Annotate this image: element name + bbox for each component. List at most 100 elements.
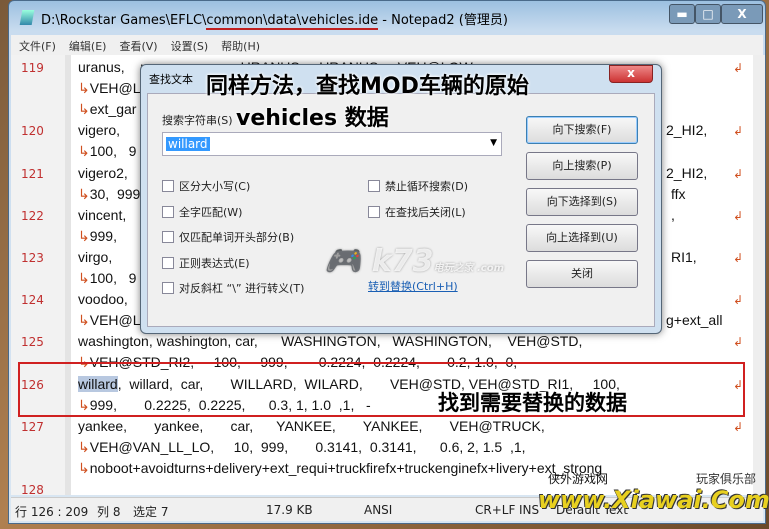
maximize-button[interactable]: □ [695,4,721,24]
line-text: VEH@VAN_LL_LO, 10, 999, 0.3141, 0.3141, … [89,438,526,455]
line-text-right: g+ext_all [666,312,723,329]
line-number: 125 [21,335,44,350]
annotation-top-line2: vehicles 数据 [236,106,389,131]
checkbox-icon[interactable] [368,180,380,192]
dropdown-arrow-icon[interactable]: ▼ [490,138,497,148]
dialog-button[interactable]: 向下搜索(F) [526,116,638,144]
find-dialog: 查找文本 x 搜索字符串(S) willard ▼ 向下搜索(F) 向上搜索(P)… [140,64,662,334]
dialog-close-button[interactable]: x [609,65,653,83]
line-end-marker-icon: ↲ [733,335,744,350]
dialog-title: 查找文本 [149,73,193,86]
code-line: vincent, [78,207,126,223]
checkbox-icon[interactable] [368,205,380,218]
code-line: virgo, [78,249,112,265]
wrap-indicator-icon: ↳ [78,101,90,118]
line-text-right: 2_HI2, [666,122,708,139]
line-text: vincent, [78,206,127,223]
menu-item[interactable]: 查看(V) [119,38,157,54]
checkbox-icon[interactable] [162,205,174,218]
search-input[interactable]: willard ▼ [162,132,502,156]
dialog-button[interactable]: 关闭 [526,260,638,288]
option-checkbox[interactable]: 区分大小写(C) [162,178,250,194]
status-position: 行 126 : 209 [15,505,89,519]
menu-item[interactable]: 帮助(H) [221,38,260,54]
code-line: vigero2, [78,165,128,181]
menu-item[interactable]: 编辑(E) [69,38,107,54]
xiawai-logo: www.Xiawai.Com [538,486,769,514]
status-size: 17.9 KB [266,503,313,517]
goto-replace-link[interactable]: 转到替换(Ctrl+H) [368,278,458,294]
wrap-indicator-icon: ↳ [78,185,90,202]
code-line: ↳ext_gar [78,101,136,118]
code-line: ↳100, 9 [78,143,136,160]
line-text-right: ffx [671,185,686,202]
line-text: ext_gar [89,101,137,118]
code-line: washington, washington, car, WASHINGTON,… [78,333,582,349]
status-column: 列 8 [97,505,121,519]
line-number: 123 [21,250,44,265]
xiawai-cn-watermark: 侠外游戏网 [548,472,609,486]
option-checkbox[interactable]: 禁止循环搜索(D) [368,178,468,194]
line-text: 30, 999 [89,185,141,202]
line-text: 999, [89,227,117,244]
line-text: vigero2, [78,164,128,181]
status-encoding: ANSI [364,503,393,517]
notepad2-app-icon [19,10,35,25]
wrap-indicator-icon: ↳ [78,143,90,160]
line-number: 124 [21,293,44,308]
close-button[interactable]: X [721,4,763,24]
menu-bar: 文件(F) 编辑(E) 查看(V) 设置(S) 帮助(H) [11,35,763,55]
line-text: yankee, yankee, car, YANKEE, YANKEE, VEH… [78,417,545,434]
line-end-marker-icon: ↲ [733,250,744,265]
window-title: D:\Rockstar Games\EFLC\common\data\vehic… [41,13,508,30]
option-checkbox[interactable]: 对反斜杠 “\” 进行转义(T) [162,280,304,296]
menu-item[interactable]: 文件(F) [19,38,56,54]
annotation-bottom: 找到需要替换的数据 [438,391,627,415]
code-line: ↳30, 999 [78,186,140,203]
option-checkbox[interactable]: 正则表达式(E) [162,255,250,271]
vertical-scrollbar[interactable] [753,55,765,495]
status-ins: INS [519,503,540,517]
checkbox-icon[interactable] [162,180,174,192]
title-path-highlight: common\data\vehicles.ide [206,13,379,30]
dialog-button[interactable]: 向下选择到(S) [526,188,638,216]
line-number: 128 [21,483,44,497]
code-line: voodoo, [78,291,128,307]
line-text: voodoo, [78,291,128,308]
line-end-marker-icon: ↲ [733,166,744,181]
status-eol: CR+LF [475,503,516,517]
line-text: 100, 9 [89,143,137,160]
checkbox-icon[interactable] [162,231,174,243]
dialog-button[interactable]: 向上选择到(U) [526,224,638,252]
dialog-button[interactable]: 向上搜索(P) [526,152,638,180]
option-checkbox[interactable]: 在查找后关闭(L) [368,204,466,220]
checkbox-icon[interactable] [162,282,174,294]
line-end-marker-icon: ↲ [733,124,744,139]
line-end-marker-icon: ↲ [733,61,744,75]
k73-watermark: 🎮 k73电玩之家 .com [324,244,504,279]
line-number: 121 [21,166,44,181]
wrap-indicator-icon: ↳ [78,270,90,286]
wrap-indicator-icon: ↳ [78,438,90,455]
code-line: ↳999, [78,228,117,245]
checkbox-icon[interactable] [162,256,174,269]
line-number: 127 [21,419,44,434]
line-end-marker-icon: ↲ [733,293,744,308]
wrap-indicator-icon: ↳ [78,459,90,476]
line-text: vigero, [78,122,121,139]
line-text: 100, 9 [89,270,137,286]
line-text: washington, washington, car, WASHINGTON,… [78,333,583,350]
code-line: vigero, [78,122,120,138]
option-checkbox[interactable]: 仅匹配单词开头部分(B) [162,229,294,245]
highlight-box [18,362,745,417]
menu-item[interactable]: 设置(S) [171,38,209,54]
annotation-top-line1: 同样方法，查找MOD车辆的原始 [206,74,529,99]
option-checkbox[interactable]: 全字匹配(W) [162,204,242,220]
code-line: yankee, yankee, car, YANKEE, YANKEE, VEH… [78,418,545,434]
xiawai-club-watermark: 玩家俱乐部 [696,472,757,486]
line-text-right: 2_HI2, [666,164,708,181]
status-selection: 选定 7 [133,505,169,519]
line-text: noboot+avoidturns+delivery+ext_requi+tru… [89,459,603,476]
line-end-marker-icon: ↲ [733,419,744,434]
minimize-button[interactable]: ▬ [669,4,695,24]
